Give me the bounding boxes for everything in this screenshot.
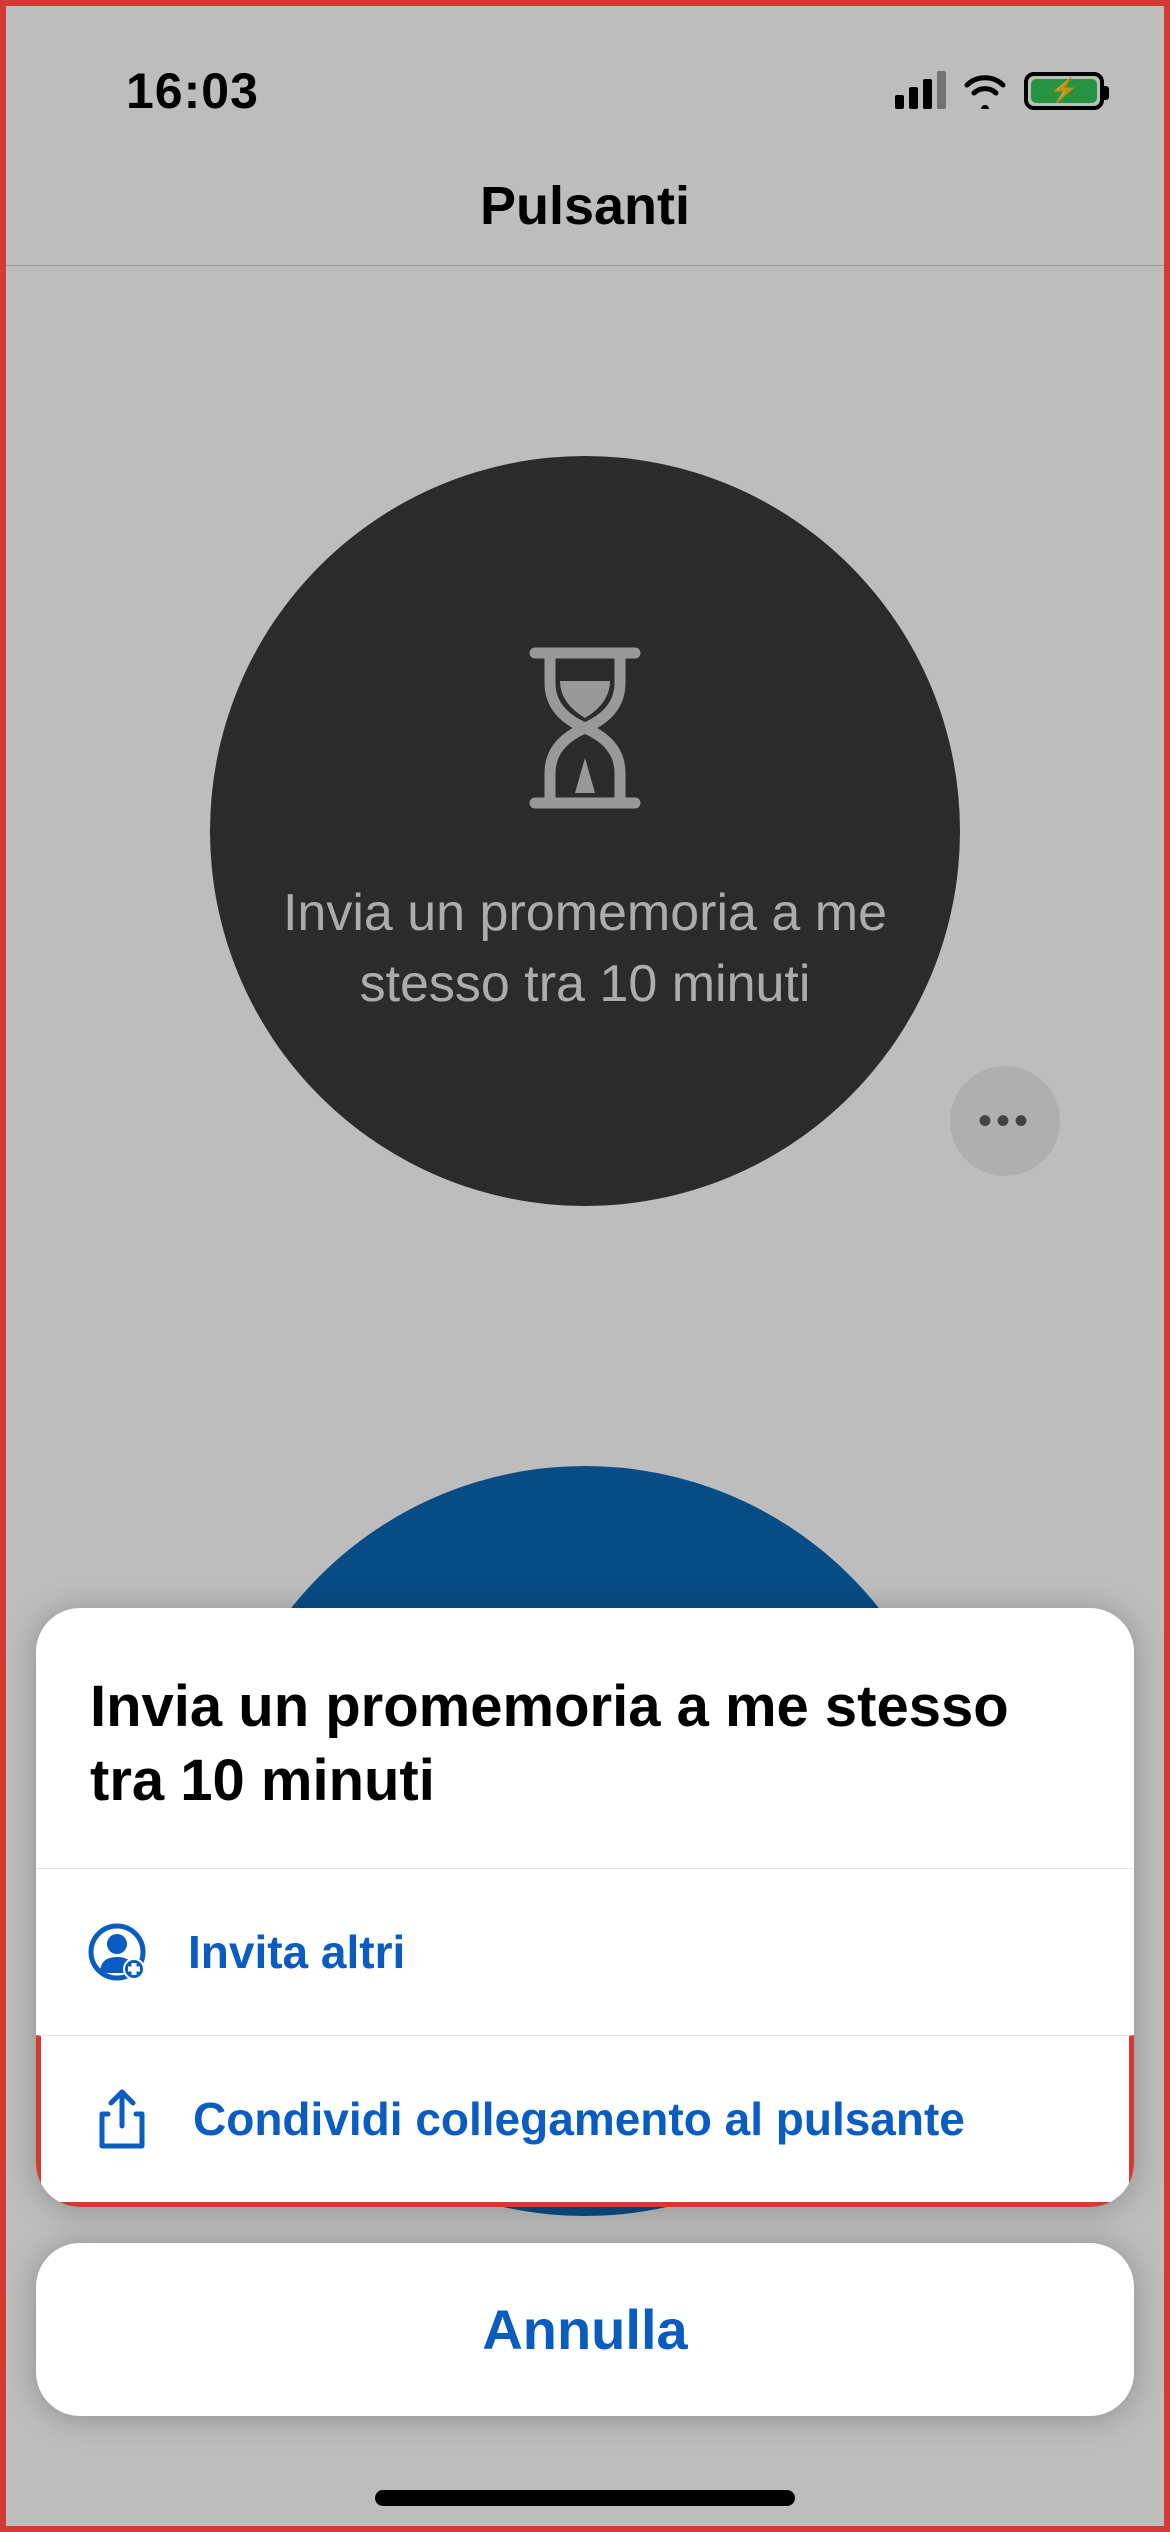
- page-title: Pulsanti: [480, 175, 690, 237]
- more-options-button[interactable]: •••: [950, 1066, 1060, 1176]
- hourglass-icon: [520, 643, 650, 818]
- home-indicator[interactable]: [375, 2490, 795, 2506]
- status-bar: 16:03 ⚡: [6, 6, 1164, 146]
- wifi-icon: [962, 73, 1008, 109]
- invite-others-row[interactable]: Invita altri: [36, 1869, 1134, 2035]
- battery-charging-icon: ⚡: [1024, 72, 1104, 110]
- status-time: 16:03: [126, 62, 259, 120]
- ellipsis-icon: •••: [978, 1099, 1032, 1144]
- share-icon: [91, 2088, 153, 2150]
- action-sheet: Invia un promemoria a me stesso tra 10 m…: [36, 1608, 1134, 2416]
- cellular-signal-icon: [895, 73, 946, 109]
- reminder-flow-button[interactable]: Invia un promemoria a me stesso tra 10 m…: [210, 456, 960, 1206]
- share-link-label: Condividi collegamento al pulsante: [193, 2092, 965, 2146]
- reminder-flow-label: Invia un promemoria a me stesso tra 10 m…: [280, 878, 890, 1018]
- status-indicators: ⚡: [895, 72, 1104, 110]
- sheet-title: Invia un promemoria a me stesso tra 10 m…: [36, 1608, 1134, 1869]
- person-add-icon: [86, 1921, 148, 1983]
- nav-header: Pulsanti: [6, 146, 1164, 266]
- cancel-button[interactable]: Annulla: [36, 2243, 1134, 2416]
- share-link-row[interactable]: Condividi collegamento al pulsante: [36, 2035, 1134, 2207]
- invite-others-label: Invita altri: [188, 1925, 405, 1979]
